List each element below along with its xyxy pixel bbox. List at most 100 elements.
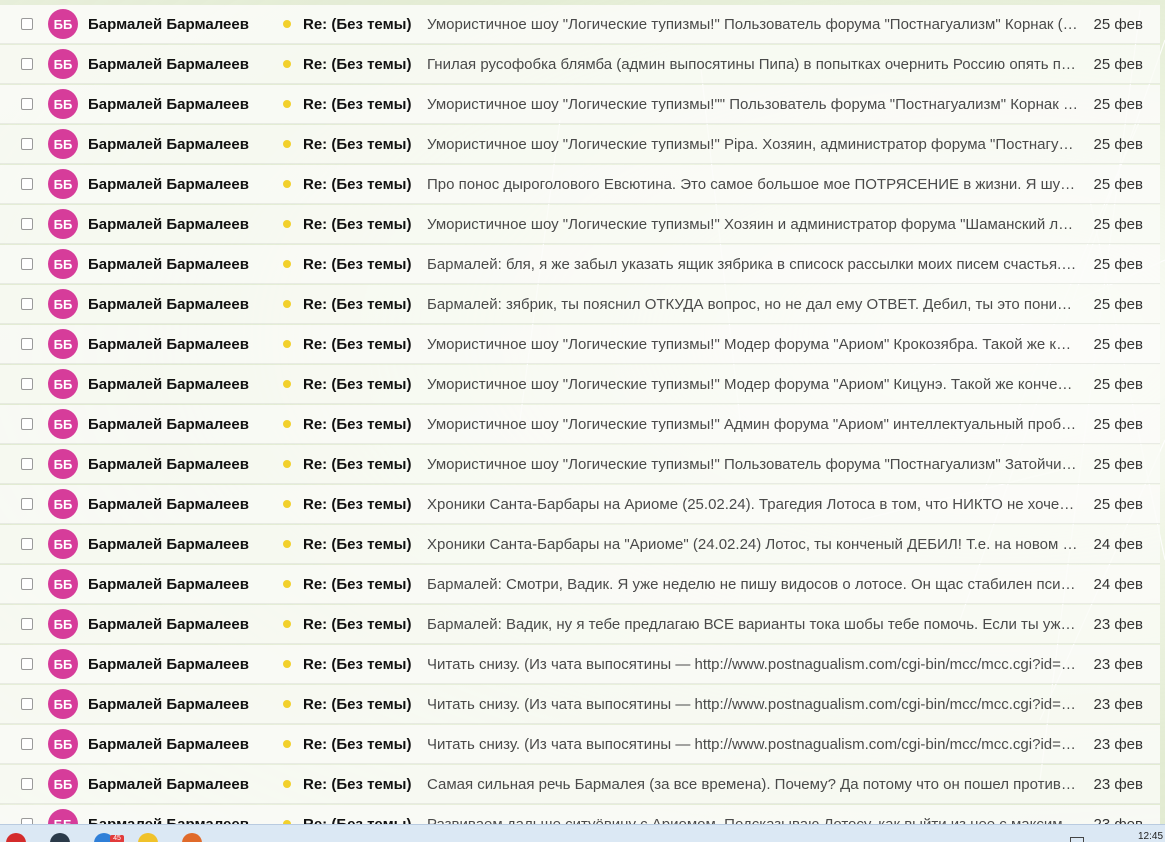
select-checkbox[interactable] [21,698,33,710]
message-date: 25 фев [1093,375,1143,393]
avatar[interactable]: ББ [48,529,78,559]
avatar[interactable]: ББ [48,369,78,399]
select-checkbox[interactable] [21,298,33,310]
message-snippet: Умористичное шоу "Логические тупизмы!" Х… [427,215,1074,233]
unread-dot-icon[interactable] [283,60,291,68]
unread-dot-icon[interactable] [283,700,291,708]
select-checkbox[interactable] [21,418,33,430]
select-checkbox[interactable] [21,658,33,670]
avatar[interactable]: ББ [48,689,78,719]
avatar[interactable]: ББ [48,169,78,199]
select-checkbox[interactable] [21,18,33,30]
opera-icon[interactable] [6,833,26,842]
message-snippet: Про понос дыроголового Евсютина. Это сам… [427,175,1076,193]
message-row[interactable]: ББ Бармалей Бармалеев Re: (Без темы) Уморис… [0,125,1160,164]
message-row[interactable]: ББ Бармалей Бармалеев Re: (Без темы) Уморис… [0,405,1160,444]
avatar[interactable]: ББ [48,9,78,39]
message-date: 25 фев [1093,15,1143,33]
unread-dot-icon[interactable] [283,580,291,588]
select-checkbox[interactable] [21,258,33,270]
message-row[interactable]: ББ Бармалей Бармалеев Re: (Без темы) Читать… [0,685,1160,724]
unread-dot-icon[interactable] [283,660,291,668]
avatar[interactable]: ББ [48,649,78,679]
select-checkbox[interactable] [21,58,33,70]
sender-name: Бармалей Бармалеев [88,575,249,593]
avatar[interactable]: ББ [48,729,78,759]
message-subject: Re: (Без темы) [303,655,412,673]
unread-dot-icon[interactable] [283,420,291,428]
message-row[interactable]: ББ Бармалей Бармалеев Re: (Без темы) Про по… [0,165,1160,204]
message-subject: Re: (Без темы) [303,735,412,753]
unread-dot-icon[interactable] [283,500,291,508]
avatar[interactable]: ББ [48,769,78,799]
message-date: 23 фев [1093,655,1143,673]
message-date: 25 фев [1093,415,1143,433]
media-icon[interactable] [50,833,70,842]
message-list: ББ Бармалей Бармалеев Re: (Без темы) Уморис… [0,5,1160,842]
select-checkbox[interactable] [21,778,33,790]
avatar[interactable]: ББ [48,409,78,439]
unread-dot-icon[interactable] [283,380,291,388]
tray-window-icon[interactable] [1070,837,1084,842]
select-checkbox[interactable] [21,498,33,510]
avatar[interactable]: ББ [48,569,78,599]
select-checkbox[interactable] [21,618,33,630]
message-row[interactable]: ББ Бармалей Бармалеев Re: (Без темы) Уморис… [0,325,1160,364]
select-checkbox[interactable] [21,578,33,590]
sender-name: Бармалей Бармалеев [88,695,249,713]
message-snippet: Гнилая русофобка блямба (админ выпосятин… [427,55,1076,73]
select-checkbox[interactable] [21,98,33,110]
avatar[interactable]: ББ [48,89,78,119]
avatar[interactable]: ББ [48,209,78,239]
select-checkbox[interactable] [21,218,33,230]
unread-dot-icon[interactable] [283,260,291,268]
unread-dot-icon[interactable] [283,460,291,468]
unread-dot-icon[interactable] [283,20,291,28]
message-row[interactable]: ББ Бармалей Бармалеев Re: (Без темы) Хроник… [0,525,1160,564]
message-subject: Re: (Без темы) [303,495,412,513]
unread-dot-icon[interactable] [283,180,291,188]
unread-dot-icon[interactable] [283,780,291,788]
avatar[interactable]: ББ [48,129,78,159]
select-checkbox[interactable] [21,378,33,390]
avatar[interactable]: ББ [48,329,78,359]
message-row[interactable]: ББ Бармалей Бармалеев Re: (Без темы) Бармал… [0,605,1160,644]
avatar[interactable]: ББ [48,49,78,79]
message-row[interactable]: ББ Бармалей Бармалеев Re: (Без темы) Бармал… [0,565,1160,604]
yandex-icon[interactable] [138,833,158,842]
unread-dot-icon[interactable] [283,220,291,228]
select-checkbox[interactable] [21,538,33,550]
avatar[interactable]: ББ [48,609,78,639]
message-row[interactable]: ББ Бармалей Бармалеев Re: (Без темы) Уморис… [0,85,1160,124]
message-row[interactable]: ББ Бармалей Бармалеев Re: (Без темы) Читать… [0,725,1160,764]
message-row[interactable]: ББ Бармалей Бармалеев Re: (Без темы) Хроник… [0,485,1160,524]
unread-dot-icon[interactable] [283,300,291,308]
message-date: 23 фев [1093,695,1143,713]
select-checkbox[interactable] [21,178,33,190]
select-checkbox[interactable] [21,338,33,350]
unread-dot-icon[interactable] [283,100,291,108]
unread-dot-icon[interactable] [283,740,291,748]
message-row[interactable]: ББ Бармалей Бармалеев Re: (Без темы) Гнилая… [0,45,1160,84]
message-row[interactable]: ББ Бармалей Бармалеев Re: (Без темы) Уморис… [0,365,1160,404]
avatar[interactable]: ББ [48,289,78,319]
folder-icon[interactable] [182,833,202,842]
message-subject: Re: (Без темы) [303,55,412,73]
unread-dot-icon[interactable] [283,140,291,148]
avatar[interactable]: ББ [48,249,78,279]
message-row[interactable]: ББ Бармалей Бармалеев Re: (Без темы) Самая … [0,765,1160,804]
unread-dot-icon[interactable] [283,340,291,348]
message-row[interactable]: ББ Бармалей Бармалеев Re: (Без темы) Читать… [0,645,1160,684]
select-checkbox[interactable] [21,458,33,470]
unread-dot-icon[interactable] [283,540,291,548]
unread-dot-icon[interactable] [283,620,291,628]
select-checkbox[interactable] [21,738,33,750]
message-row[interactable]: ББ Бармалей Бармалеев Re: (Без темы) Уморис… [0,445,1160,484]
select-checkbox[interactable] [21,138,33,150]
message-row[interactable]: ББ Бармалей Бармалеев Re: (Без темы) Уморис… [0,5,1160,44]
message-row[interactable]: ББ Бармалей Бармалеев Re: (Без темы) Бармал… [0,245,1160,284]
avatar[interactable]: ББ [48,489,78,519]
message-row[interactable]: ББ Бармалей Бармалеев Re: (Без темы) Бармал… [0,285,1160,324]
message-row[interactable]: ББ Бармалей Бармалеев Re: (Без темы) Уморис… [0,205,1160,244]
avatar[interactable]: ББ [48,449,78,479]
